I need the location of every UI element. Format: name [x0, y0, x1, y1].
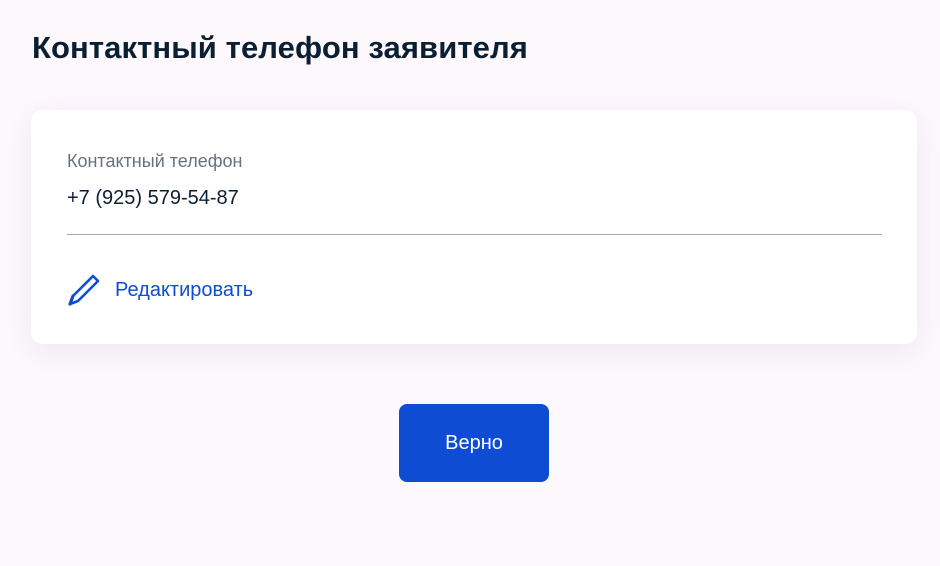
contact-phone-value: +7 (925) 579-54-87 [67, 187, 239, 209]
divider [67, 234, 882, 235]
contact-phone-label: Контактный телефон [67, 151, 243, 171]
pencil-icon [67, 272, 103, 308]
edit-link[interactable]: Редактировать [67, 272, 253, 308]
edit-link-label: Редактировать [115, 279, 254, 301]
confirm-button[interactable]: Верно [399, 404, 549, 482]
contact-card: Контактный телефон +7 (925) 579-54-87 Ре… [31, 110, 917, 344]
page-title: Контактный телефон заявителя [32, 30, 528, 65]
